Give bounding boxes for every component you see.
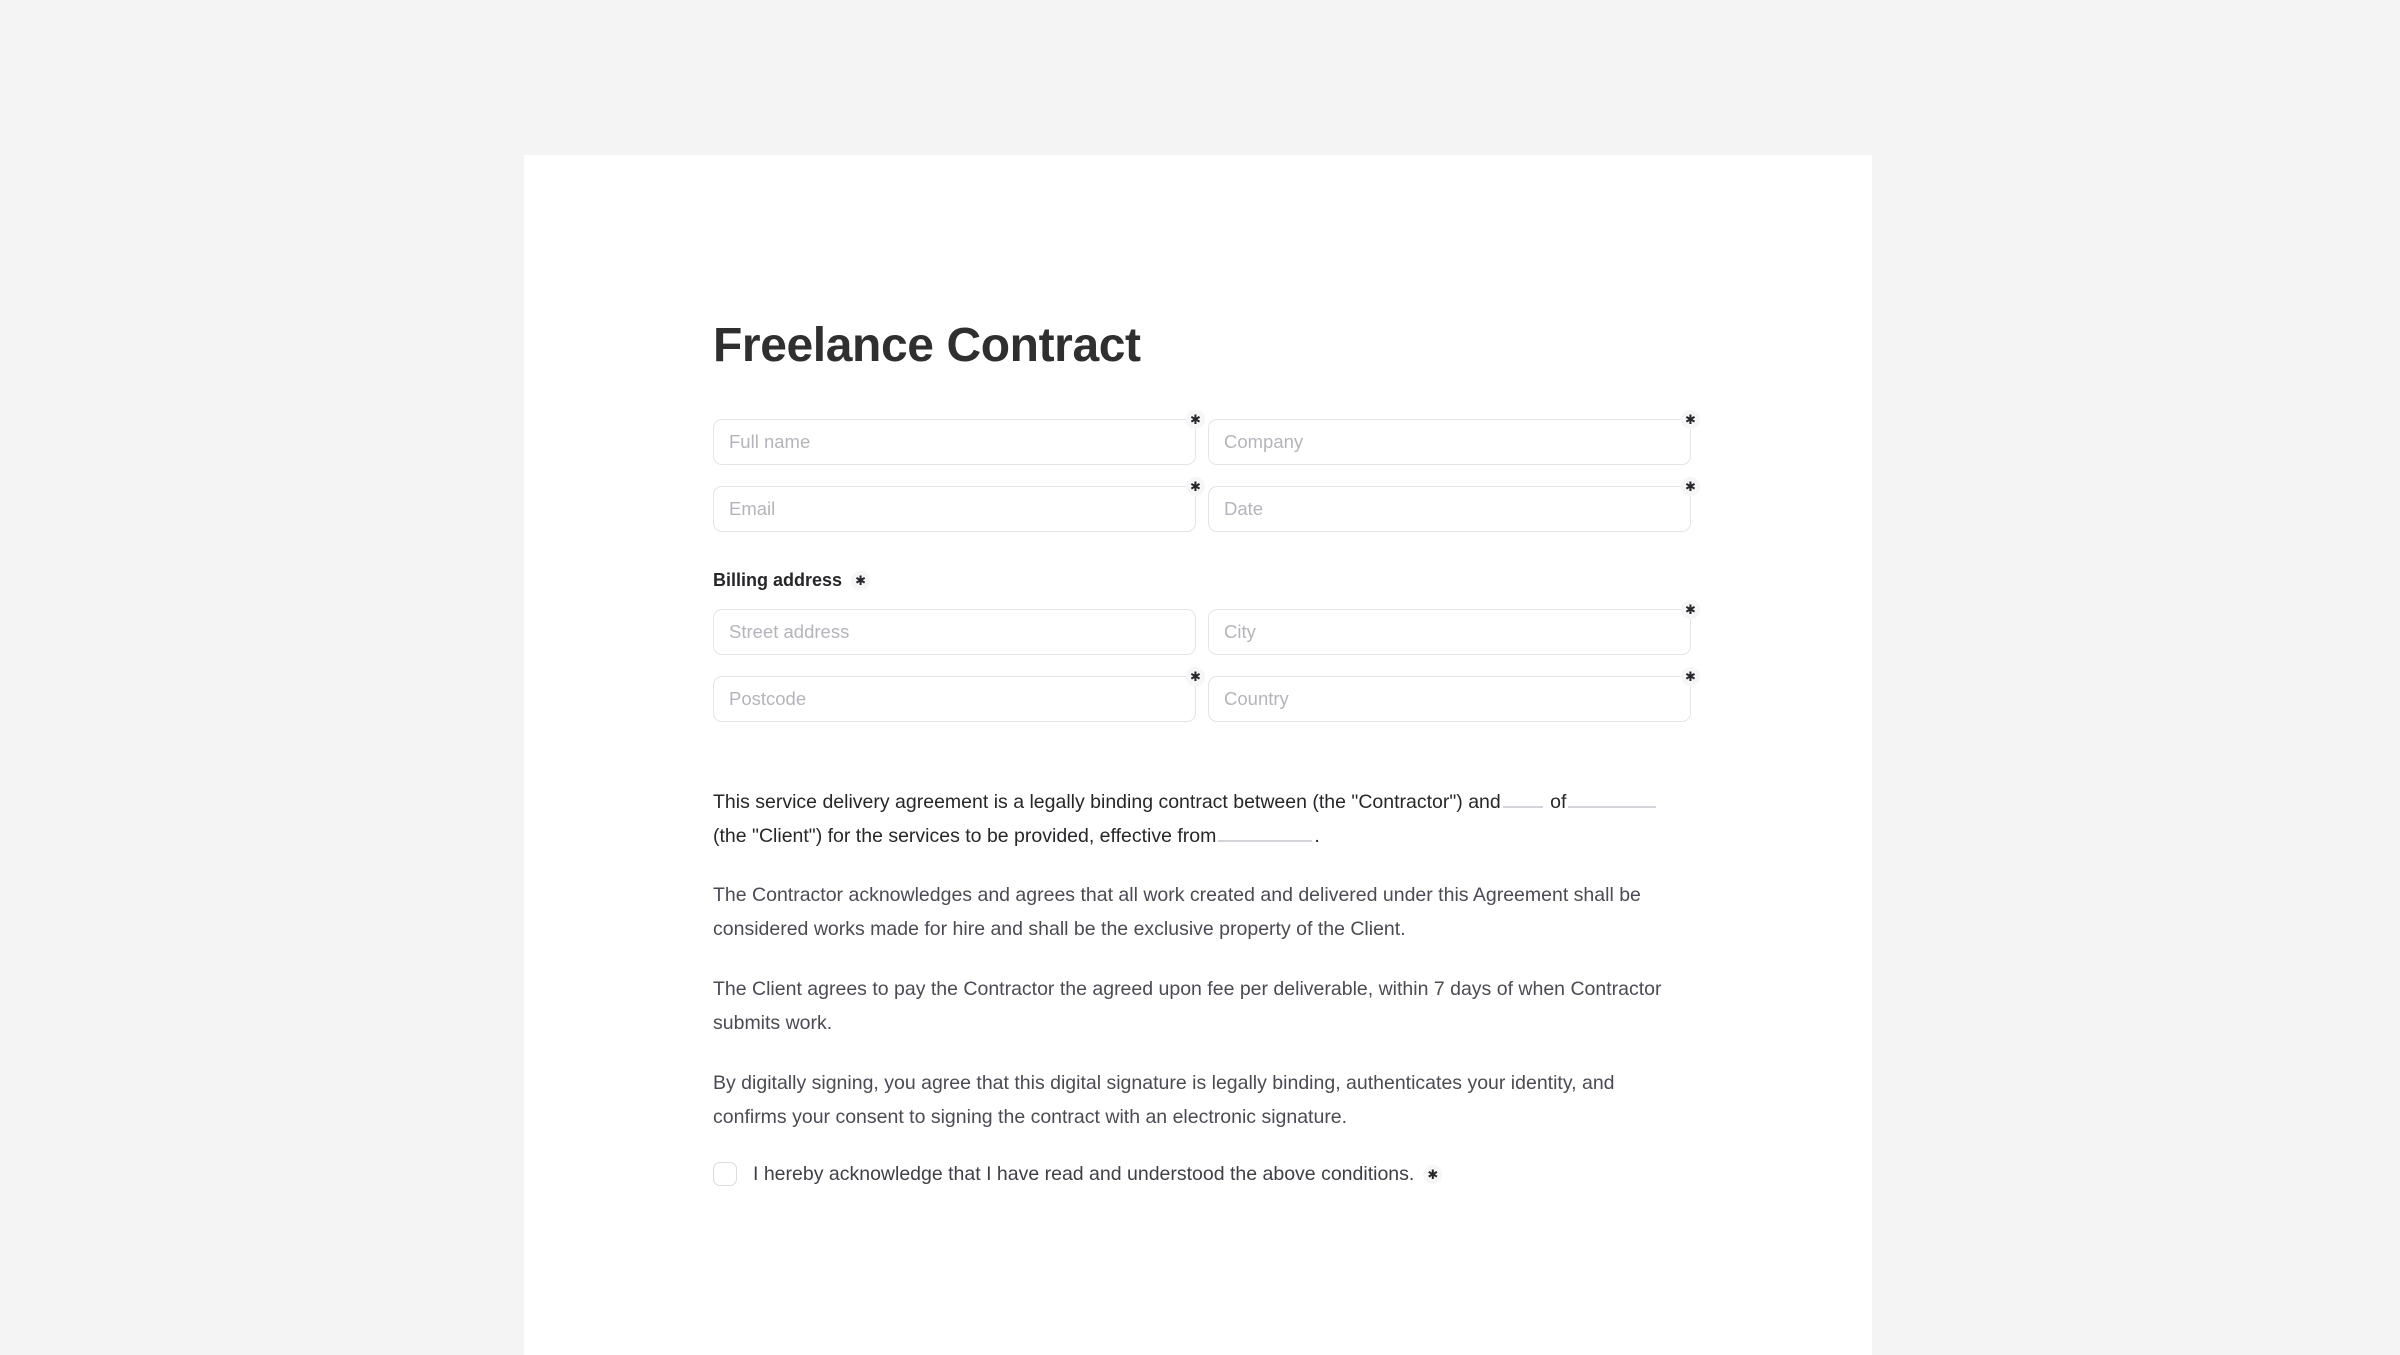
field-date: ✱: [1208, 476, 1700, 532]
paragraph-1-part-1: This service delivery agreement is a leg…: [713, 790, 1501, 813]
consent-row: I hereby acknowledge that I have read an…: [713, 1160, 1693, 1188]
field-city: ✱: [1208, 599, 1700, 655]
paragraph-1-part-3: (the "Client") for the services to be pr…: [713, 824, 1217, 847]
inline-blank-client[interactable]: [1568, 805, 1657, 808]
required-asterisk-icon: ✱: [1186, 409, 1205, 429]
billing-address-label: Billing address: [713, 569, 843, 590]
paragraph-1-part-4: .: [1314, 824, 1320, 847]
required-asterisk-icon: ✱: [1423, 1165, 1443, 1185]
city-input[interactable]: [1208, 608, 1691, 655]
page-title: Freelance Contract: [713, 319, 1141, 372]
contract-paragraph-2: The Contractor acknowledges and agrees t…: [713, 883, 1641, 940]
date-input[interactable]: [1208, 485, 1691, 532]
email-input[interactable]: [713, 485, 1196, 532]
country-input[interactable]: [1208, 675, 1691, 722]
consent-label: I hereby acknowledge that I have read an…: [753, 1162, 1415, 1185]
required-asterisk-icon: ✱: [1681, 666, 1700, 686]
postcode-input[interactable]: [713, 675, 1196, 722]
field-country: ✱: [1208, 666, 1700, 722]
required-asterisk-icon: ✱: [1681, 599, 1700, 619]
field-company: ✱: [1208, 409, 1700, 465]
paragraph-1-part-2: of: [1550, 790, 1567, 813]
full-name-input[interactable]: [713, 418, 1196, 465]
field-street-address: [713, 608, 1196, 655]
field-postcode: ✱: [713, 666, 1205, 722]
contract-text: This service delivery agreement is a leg…: [713, 785, 1693, 1188]
field-full-name: ✱: [713, 409, 1205, 465]
document-card: Freelance Contract ✱ ✱ ✱: [524, 155, 1872, 1355]
field-email: ✱: [713, 476, 1205, 532]
contract-form: ✱ ✱ ✱ ✱ Billing address ✱: [713, 409, 1700, 722]
consent-checkbox[interactable]: [713, 1161, 737, 1186]
consent-label-wrap: I hereby acknowledge that I have read an…: [753, 1160, 1443, 1188]
contract-paragraph-1: This service delivery agreement is a leg…: [713, 785, 1688, 853]
document-content: Freelance Contract ✱ ✱ ✱: [713, 319, 1700, 1188]
billing-address-section: Billing address ✱: [713, 570, 1691, 591]
page-canvas: Freelance Contract ✱ ✱ ✱: [0, 0, 2400, 1355]
inline-blank-contractor[interactable]: [1502, 805, 1543, 808]
required-asterisk-icon: ✱: [1186, 476, 1205, 496]
required-asterisk-icon: ✱: [1681, 409, 1700, 429]
contract-paragraph-3: The Client agrees to pay the Contractor …: [713, 977, 1662, 1034]
required-asterisk-icon: ✱: [851, 570, 871, 590]
inline-blank-effective-date[interactable]: [1218, 839, 1313, 842]
required-asterisk-icon: ✱: [1186, 666, 1205, 686]
required-asterisk-icon: ✱: [1681, 476, 1700, 496]
company-input[interactable]: [1208, 418, 1691, 465]
street-address-input[interactable]: [713, 608, 1196, 655]
contract-paragraph-4: By digitally signing, you agree that thi…: [713, 1071, 1615, 1128]
